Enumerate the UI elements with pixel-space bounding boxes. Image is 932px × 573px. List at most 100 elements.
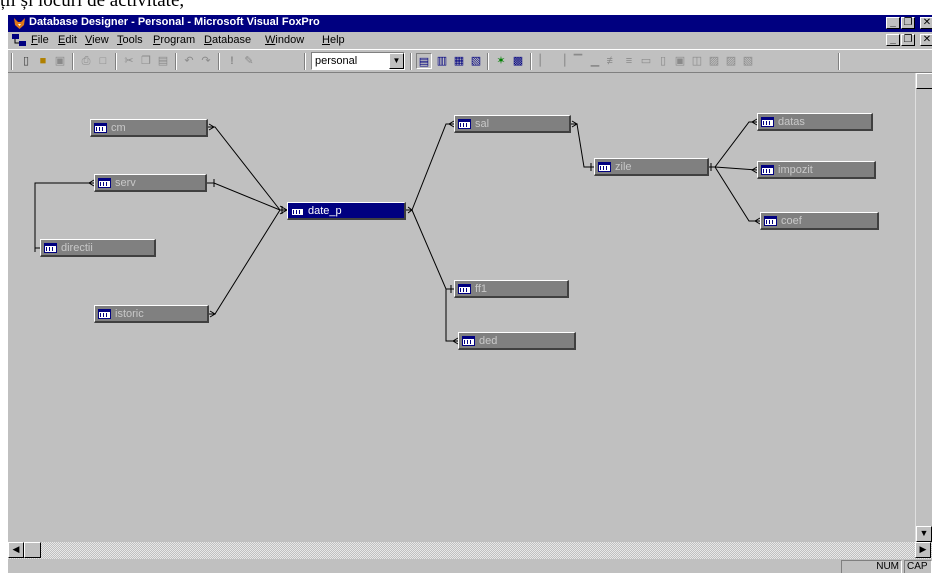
scroll-right-icon[interactable]: ▶ <box>915 542 931 558</box>
doc-minimize-button[interactable]: _ <box>886 34 900 46</box>
window-title: Database Designer - Personal - Microsoft… <box>29 16 320 28</box>
menu-file[interactable]: File <box>31 34 49 46</box>
data-session-icon[interactable]: ▩ <box>510 53 526 69</box>
align-vcenter-icon[interactable]: ≢ <box>604 53 620 69</box>
save-icon[interactable]: ▣ <box>52 53 68 69</box>
command-window-icon[interactable]: ▤ <box>416 53 432 69</box>
same-size-icon[interactable]: ▣ <box>672 53 688 69</box>
relation-date_p-ff1 <box>411 209 454 290</box>
doc-close-button[interactable]: ✕ <box>920 34 932 46</box>
send-back-icon[interactable]: ▧ <box>740 53 756 69</box>
relation-zile-coef <box>714 166 760 222</box>
table-icon <box>598 162 611 172</box>
menu-database[interactable]: Database <box>204 34 251 46</box>
table-name: ff1 <box>475 283 488 295</box>
menu-window[interactable]: Window <box>265 34 304 46</box>
redo-icon[interactable]: ↷ <box>198 53 214 69</box>
modify-form-icon[interactable]: ✎ <box>241 53 257 69</box>
restore-button[interactable]: ❐ <box>901 17 915 29</box>
table-name: cm <box>111 122 126 134</box>
menu-bar: File Edit View Tools Program Database Wi… <box>8 32 932 49</box>
relation-sal-zile <box>570 123 594 168</box>
vertical-scroll-thumb[interactable] <box>916 73 932 89</box>
menu-edit[interactable]: Edit <box>58 34 77 46</box>
table-directii[interactable]: directii <box>40 239 156 257</box>
scroll-left-icon[interactable]: ◀ <box>8 542 24 558</box>
view-window-icon[interactable]: ▥ <box>434 53 450 69</box>
table-icon <box>458 284 471 294</box>
table-serv[interactable]: serv <box>94 174 207 192</box>
table-istoric[interactable]: istoric <box>94 305 209 323</box>
run-icon[interactable]: ! <box>224 53 240 69</box>
table-name: impozit <box>778 164 813 176</box>
align-top-icon[interactable]: ▔ <box>570 53 586 69</box>
table-icon <box>458 119 471 129</box>
center-horizontal-icon[interactable]: ◫ <box>689 53 705 69</box>
horizontal-scrollbar[interactable]: ◀ ▶ <box>8 542 932 559</box>
menu-help[interactable]: Help <box>322 34 345 46</box>
open-icon[interactable]: ■ <box>35 53 51 69</box>
horizontal-scroll-thumb[interactable] <box>24 542 41 558</box>
table-icon <box>462 336 475 346</box>
paste-icon[interactable]: ▤ <box>155 53 171 69</box>
menu-view[interactable]: View <box>85 34 109 46</box>
relation-istoric-date_p <box>208 209 281 315</box>
bring-front-icon[interactable]: ▨ <box>723 53 739 69</box>
status-bar: NUM CAP <box>8 559 932 573</box>
form-wizard-icon[interactable]: ▦ <box>451 53 467 69</box>
auto-wizard-icon[interactable]: ✶ <box>493 53 509 69</box>
title-bar[interactable]: Database Designer - Personal - Microsoft… <box>8 15 932 32</box>
database-combo[interactable]: personal ▼ <box>311 52 405 70</box>
center-vertical-icon[interactable]: ▨ <box>706 53 722 69</box>
database-designer-canvas[interactable]: cm serv directii istoric date_p sal zile… <box>8 73 915 542</box>
table-icon <box>761 165 774 175</box>
table-impozit[interactable]: impozit <box>757 161 876 179</box>
minimize-button[interactable]: _ <box>886 17 900 29</box>
close-button[interactable]: ✕ <box>920 17 932 29</box>
align-bottom-icon[interactable]: ▁ <box>587 53 603 69</box>
table-name: ded <box>479 335 498 347</box>
print-icon[interactable]: ⎙ <box>78 53 94 69</box>
database-combo-value: personal <box>315 55 358 67</box>
align-hcenter-icon[interactable]: ≡ <box>621 53 637 69</box>
menu-program[interactable]: Program <box>153 34 195 46</box>
menu-tools[interactable]: Tools <box>117 34 143 46</box>
vertical-scrollbar[interactable]: ▼ <box>915 73 932 542</box>
status-num: NUM <box>841 560 902 573</box>
table-sal[interactable]: sal <box>454 115 571 133</box>
table-icon <box>98 178 111 188</box>
new-icon[interactable]: ▯ <box>18 53 34 69</box>
scroll-down-icon[interactable]: ▼ <box>916 526 932 542</box>
status-caps: CAP <box>904 560 932 573</box>
table-name: coef <box>781 215 802 227</box>
table-date_p[interactable]: date_p <box>287 202 406 220</box>
document-text: ții și locuri de activitate, <box>0 0 185 11</box>
table-zile[interactable]: zile <box>594 158 709 176</box>
doc-restore-button[interactable]: ❐ <box>901 34 915 46</box>
table-name: istoric <box>115 308 144 320</box>
undo-icon[interactable]: ↶ <box>181 53 197 69</box>
table-coef[interactable]: coef <box>760 212 879 230</box>
table-cm[interactable]: cm <box>90 119 208 137</box>
report-wizard-icon[interactable]: ▧ <box>468 53 484 69</box>
table-icon <box>98 309 111 319</box>
table-name: date_p <box>308 205 342 217</box>
table-name: datas <box>778 116 805 128</box>
table-ff1[interactable]: ff1 <box>454 280 569 298</box>
database-designer-icon[interactable] <box>11 33 27 48</box>
table-icon <box>94 123 107 133</box>
cut-icon[interactable]: ✂ <box>121 53 137 69</box>
table-datas[interactable]: datas <box>757 113 873 131</box>
print-preview-icon[interactable]: □ <box>95 53 111 69</box>
table-ded[interactable]: ded <box>458 332 576 350</box>
same-width-icon[interactable]: ▭ <box>638 53 654 69</box>
table-name: sal <box>475 118 490 130</box>
align-right-icon[interactable]: ▕ <box>553 53 569 69</box>
same-height-icon[interactable]: ▯ <box>655 53 671 69</box>
align-left-icon[interactable]: ▏ <box>536 53 552 69</box>
copy-icon[interactable]: ❐ <box>138 53 154 69</box>
table-icon <box>761 117 774 127</box>
chevron-down-icon[interactable]: ▼ <box>389 53 404 69</box>
relation-cm-date_p <box>207 126 281 211</box>
table-icon <box>44 243 57 253</box>
